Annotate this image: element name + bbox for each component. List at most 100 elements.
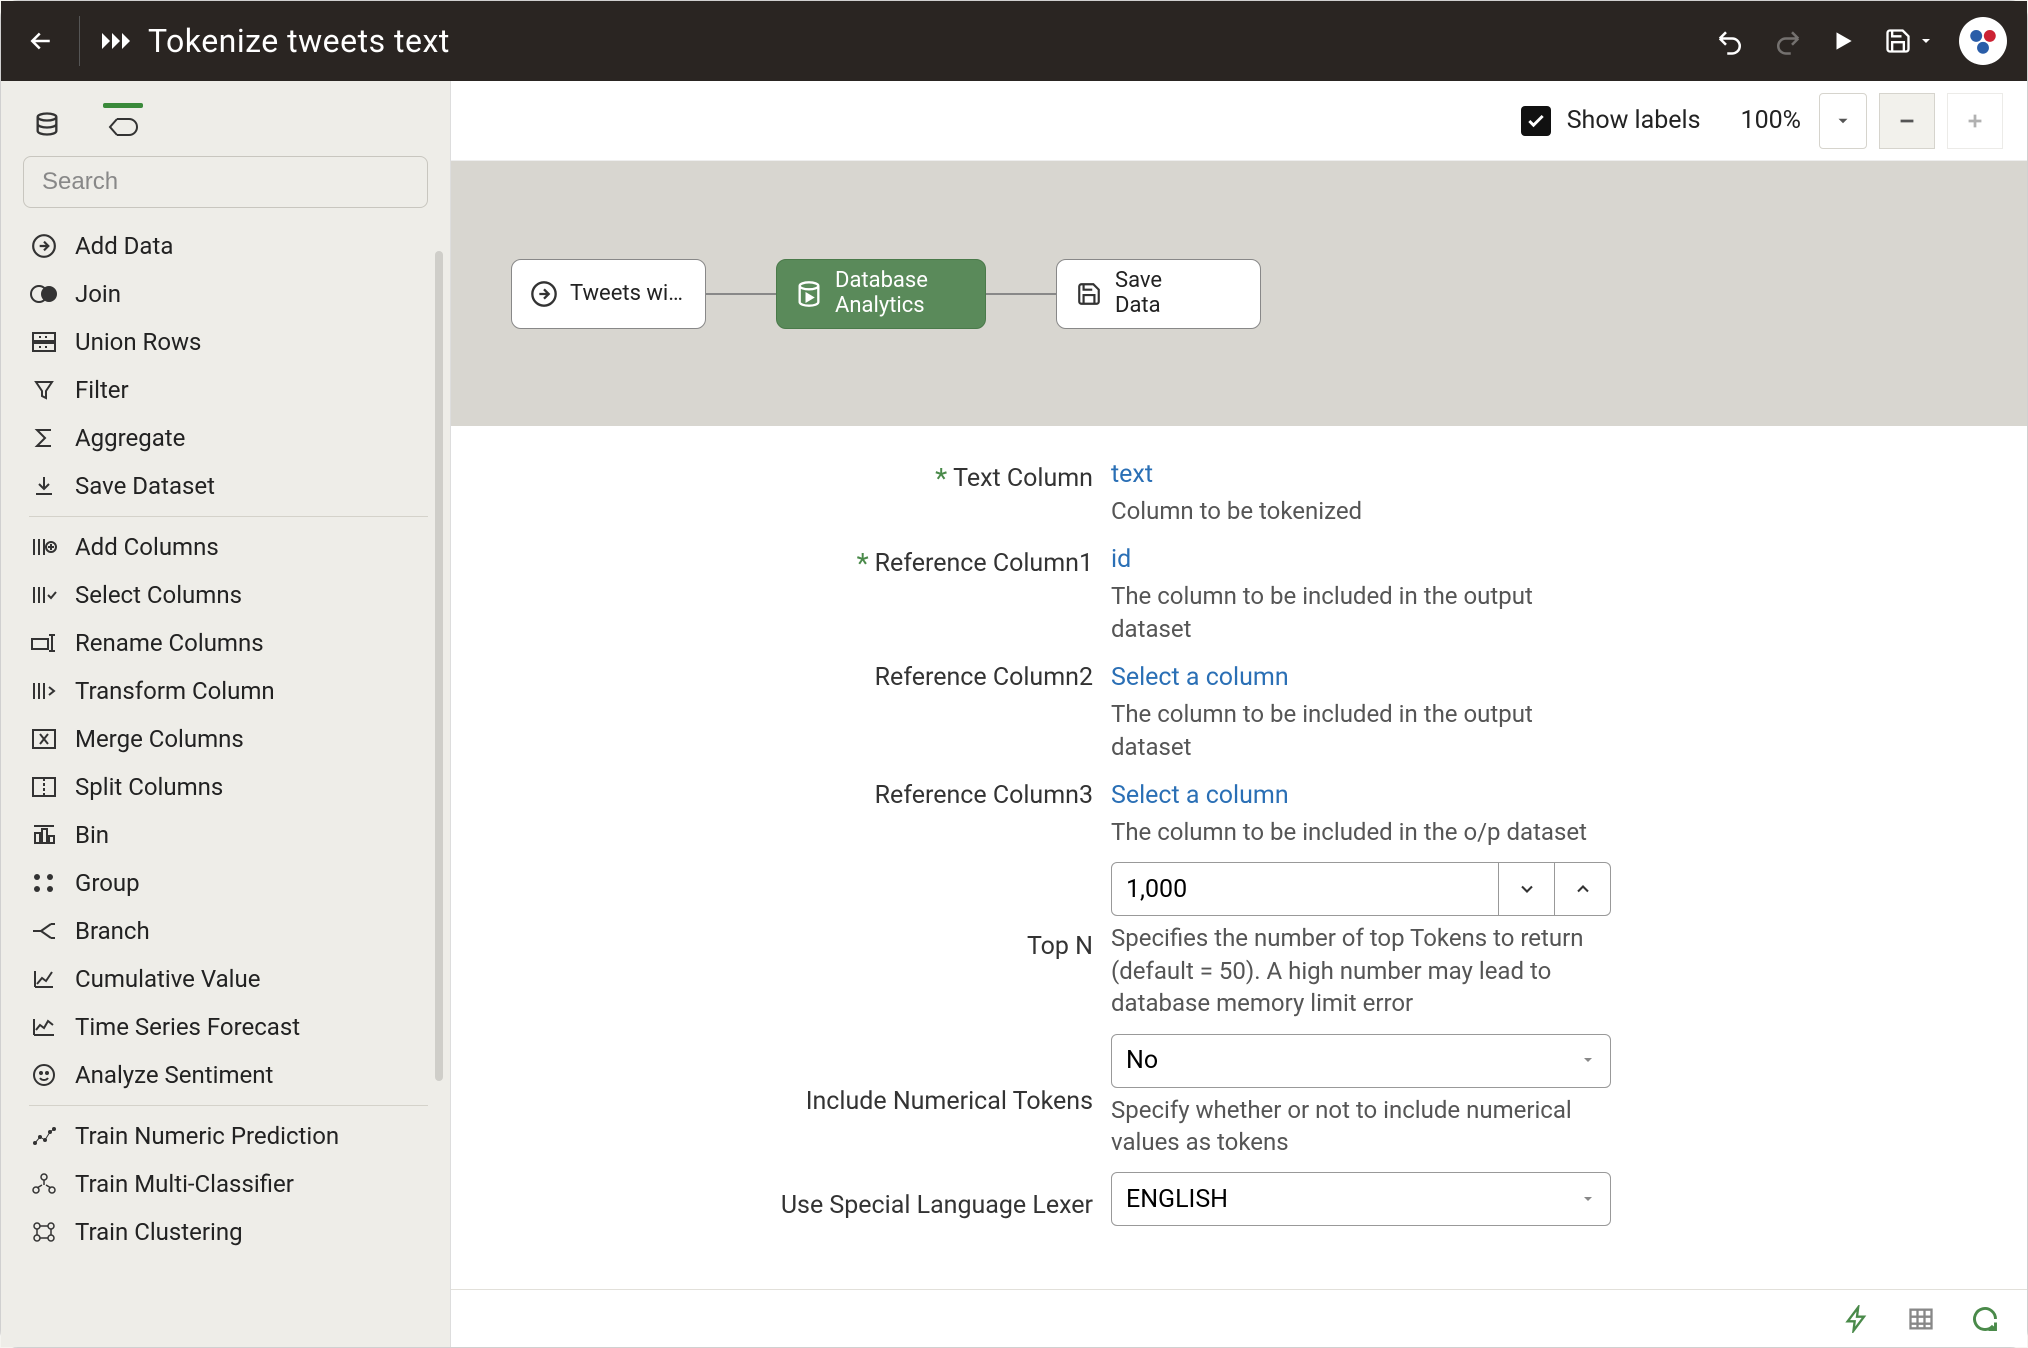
sidebar-item-train-multi-classifier[interactable]: Train Multi-Classifier — [17, 1160, 440, 1208]
node-config-form: *Text Column text Column to be tokenized… — [451, 426, 2027, 1347]
zoom-dropdown[interactable] — [1819, 93, 1867, 149]
sidebar-item-label: Filter — [75, 376, 129, 405]
undo-button[interactable] — [1703, 13, 1759, 69]
field-hint: The column to be included in the output … — [1111, 580, 1591, 645]
sidebar-item-label: Branch — [75, 917, 150, 946]
node-save-data[interactable]: Save Data — [1056, 259, 1261, 329]
flow-canvas[interactable]: Tweets wi… Database Analytics Save — [451, 161, 2027, 426]
sidebar-item-join[interactable]: Join — [17, 270, 440, 318]
ref-column2-selector[interactable]: Select a column — [1111, 659, 1611, 692]
union-icon — [29, 327, 59, 357]
sidebar-item-analyze-sentiment[interactable]: Analyze Sentiment — [17, 1051, 440, 1099]
sidebar-item-time-series-forecast[interactable]: Time Series Forecast — [17, 1003, 440, 1051]
node-database-analytics[interactable]: Database Analytics — [776, 259, 986, 329]
save-icon — [29, 471, 59, 501]
sidebar-item-transform-column[interactable]: Transform Column — [17, 667, 440, 715]
back-button[interactable] — [21, 21, 61, 61]
sidebar-item-union-rows[interactable]: Union Rows — [17, 318, 440, 366]
sidebar-item-label: Union Rows — [75, 328, 201, 357]
table-icon[interactable] — [1907, 1305, 1935, 1333]
sidebar-item-filter[interactable]: Filter — [17, 366, 440, 414]
field-hint: The column to be included in the o/p dat… — [1111, 816, 1591, 848]
sidebar-item-train-clustering[interactable]: Train Clustering — [17, 1208, 440, 1256]
caret-down-icon — [1580, 1185, 1596, 1214]
merge-icon — [29, 724, 59, 754]
required-marker: * — [857, 547, 869, 580]
search-input[interactable] — [23, 156, 428, 208]
header-divider — [79, 16, 80, 66]
sidebar-item-group[interactable]: Group — [17, 859, 440, 907]
sidebar-item-cumulative-value[interactable]: Cumulative Value — [17, 955, 440, 1003]
sidebar-scrollbar[interactable] — [435, 251, 443, 1081]
select-value: No — [1126, 1046, 1158, 1075]
sidebar-separator — [29, 1105, 428, 1106]
train2-icon — [29, 1169, 59, 1199]
bolt-icon[interactable] — [1843, 1305, 1871, 1333]
agg-icon — [29, 423, 59, 453]
sidebar-item-aggregate[interactable]: Aggregate — [17, 414, 440, 462]
add-icon — [29, 231, 59, 261]
language-lexer-select[interactable]: ENGLISH — [1111, 1172, 1611, 1226]
show-labels-label: Show labels — [1567, 106, 1701, 135]
node-tweets-source[interactable]: Tweets wi… — [511, 259, 706, 329]
sidebar-item-label: Train Multi-Classifier — [75, 1170, 294, 1199]
sidebar-item-add-data[interactable]: Add Data — [17, 222, 440, 270]
sidebar-item-branch[interactable]: Branch — [17, 907, 440, 955]
group-icon — [29, 868, 59, 898]
zoom-out-button[interactable] — [1879, 93, 1935, 149]
run-button[interactable] — [1815, 13, 1871, 69]
field-hint: Specify whether or not to include numeri… — [1111, 1094, 1591, 1159]
split-icon — [29, 772, 59, 802]
field-label: Reference Column2 — [875, 663, 1093, 692]
user-avatar[interactable] — [1959, 17, 2007, 65]
required-marker: * — [935, 462, 947, 495]
database-play-icon — [795, 280, 823, 308]
refresh-icon[interactable] — [1971, 1305, 1999, 1333]
arrow-in-icon — [530, 280, 558, 308]
sidebar-item-label: Merge Columns — [75, 725, 244, 754]
field-label: Reference Column3 — [875, 781, 1093, 810]
sidebar-item-label: Cumulative Value — [75, 965, 260, 994]
sidebar-item-train-numeric-prediction[interactable]: Train Numeric Prediction — [17, 1112, 440, 1160]
zoom-in-button[interactable] — [1947, 93, 2003, 149]
sidebar-item-merge-columns[interactable]: Merge Columns — [17, 715, 440, 763]
sidebar-item-split-columns[interactable]: Split Columns — [17, 763, 440, 811]
top-n-decrement[interactable] — [1499, 862, 1555, 916]
sidebar-item-rename-columns[interactable]: Rename Columns — [17, 619, 440, 667]
include-numerical-select[interactable]: No — [1111, 1034, 1611, 1088]
sidebar-item-bin[interactable]: Bin — [17, 811, 440, 859]
sidebar-item-label: Analyze Sentiment — [75, 1061, 273, 1090]
sidebar-item-label: Rename Columns — [75, 629, 264, 658]
node-label-1: Save — [1115, 269, 1162, 293]
sidebar-item-label: Train Numeric Prediction — [75, 1122, 339, 1151]
disk-icon — [1075, 280, 1103, 308]
sidebar-item-save-dataset[interactable]: Save Dataset — [17, 462, 440, 510]
field-hint: Column to be tokenized — [1111, 495, 1591, 527]
zoom-value: 100% — [1741, 106, 1801, 135]
ref-column1-selector[interactable]: id — [1111, 541, 1611, 574]
sidebar-tab-data[interactable] — [29, 97, 65, 138]
cum-icon — [29, 964, 59, 994]
field-label: Include Numerical Tokens — [806, 1087, 1093, 1116]
top-n-increment[interactable] — [1555, 862, 1611, 916]
sidebar-item-select-columns[interactable]: Select Columns — [17, 571, 440, 619]
save-menu-button[interactable] — [1871, 13, 1947, 69]
addcols-icon — [29, 532, 59, 562]
ref-column3-selector[interactable]: Select a column — [1111, 777, 1611, 810]
field-label: Top N — [1027, 932, 1093, 961]
sidebar-item-label: Join — [75, 280, 121, 309]
sidebar-item-add-columns[interactable]: Add Columns — [17, 523, 440, 571]
status-bar — [451, 1289, 2027, 1347]
node-label: Tweets wi… — [570, 281, 683, 306]
page-title: Tokenize tweets text — [148, 22, 450, 60]
sidebar-item-label: Add Data — [75, 232, 173, 261]
top-n-input[interactable] — [1111, 862, 1499, 916]
redo-button[interactable] — [1759, 13, 1815, 69]
text-column-selector[interactable]: text — [1111, 456, 1611, 489]
sidebar-tab-nodes[interactable] — [105, 103, 141, 138]
show-labels-checkbox[interactable] — [1521, 106, 1551, 136]
sent-icon — [29, 1060, 59, 1090]
selcols-icon — [29, 580, 59, 610]
sidebar-item-label: Transform Column — [75, 677, 275, 706]
select-value: ENGLISH — [1126, 1185, 1228, 1214]
